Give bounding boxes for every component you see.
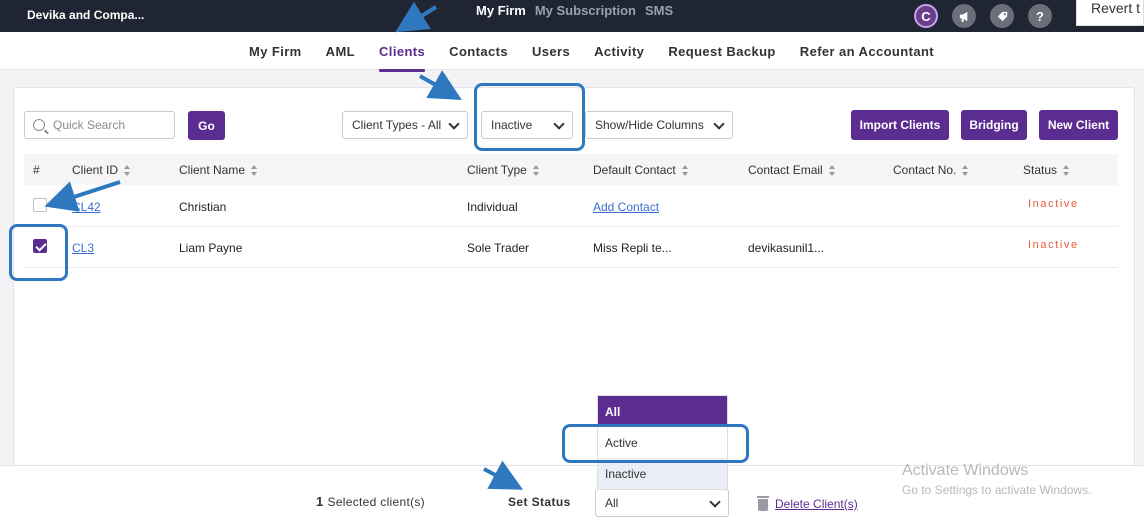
col-default-contact[interactable]: Default Contact bbox=[593, 163, 689, 177]
client-name: Liam Payne bbox=[179, 241, 243, 255]
col-client-name[interactable]: Client Name bbox=[179, 163, 258, 177]
tag-icon[interactable] bbox=[990, 4, 1014, 28]
megaphone-icon[interactable] bbox=[952, 4, 976, 28]
delete-clients-link[interactable]: Delete Client(s) bbox=[775, 497, 858, 511]
sub-nav: My Firm AML Clients Contacts Users Activ… bbox=[0, 32, 1144, 72]
col-index: # bbox=[33, 163, 40, 177]
client-name: Christian bbox=[179, 200, 227, 214]
chevron-down-icon bbox=[448, 118, 460, 130]
col-client-id[interactable]: Client ID bbox=[72, 163, 131, 177]
table-row: CL42 Christian Individual Add Contact In… bbox=[24, 186, 1118, 227]
sort-icon[interactable] bbox=[124, 164, 131, 176]
status-badge: Inactive bbox=[1028, 198, 1079, 210]
sort-icon[interactable] bbox=[532, 164, 540, 176]
tab-refer-accountant[interactable]: Refer an Accountant bbox=[800, 44, 934, 59]
dropdown-option-all[interactable]: All bbox=[598, 396, 727, 427]
tab-aml[interactable]: AML bbox=[326, 44, 355, 59]
sort-icon[interactable] bbox=[828, 164, 836, 176]
top-nav: My Firm My Subscription SMS bbox=[476, 3, 673, 18]
tab-my-firm[interactable]: My Firm bbox=[249, 44, 302, 59]
windows-watermark: Activate Windows Go to Settings to activ… bbox=[902, 462, 1092, 497]
default-contact: Miss Repli te... bbox=[593, 241, 672, 255]
client-id-link[interactable]: CL3 bbox=[72, 241, 94, 255]
client-type: Sole Trader bbox=[467, 241, 530, 255]
tab-activity[interactable]: Activity bbox=[594, 44, 644, 59]
row-checkbox[interactable] bbox=[33, 198, 47, 212]
client-types-select[interactable]: Client Types - All bbox=[342, 111, 468, 139]
import-clients-button[interactable]: Import Clients bbox=[851, 110, 949, 140]
annotation-highlight-checkbox bbox=[9, 224, 68, 281]
annotation-highlight-active-option bbox=[562, 424, 749, 463]
show-hide-columns-label: Show/Hide Columns bbox=[595, 118, 704, 132]
search-icon bbox=[33, 119, 45, 131]
contact-email: devikasunil1... bbox=[748, 241, 825, 255]
top-nav-sms[interactable]: SMS bbox=[645, 3, 673, 18]
top-nav-my-subscription[interactable]: My Subscription bbox=[535, 3, 636, 18]
bridging-button[interactable]: Bridging bbox=[961, 110, 1027, 140]
top-bar: Devika and Compa... My Firm My Subscript… bbox=[0, 0, 1144, 32]
firm-name[interactable]: Devika and Compa... bbox=[27, 8, 144, 22]
tab-users[interactable]: Users bbox=[532, 44, 570, 59]
col-status[interactable]: Status bbox=[1023, 163, 1070, 177]
top-nav-my-firm[interactable]: My Firm bbox=[476, 3, 526, 18]
search-input[interactable] bbox=[53, 118, 173, 132]
col-contact-email[interactable]: Contact Email bbox=[748, 163, 836, 177]
show-hide-columns-select[interactable]: Show/Hide Columns bbox=[585, 111, 733, 139]
col-client-type[interactable]: Client Type bbox=[467, 163, 540, 177]
selected-count: 1 Selected client(s) bbox=[316, 494, 425, 509]
trash-icon[interactable] bbox=[757, 496, 769, 511]
status-badge: Inactive bbox=[1028, 239, 1079, 251]
client-type: Individual bbox=[467, 200, 518, 214]
sort-icon[interactable] bbox=[1063, 164, 1070, 176]
client-id-link[interactable]: CL42 bbox=[72, 200, 101, 214]
go-button[interactable]: Go bbox=[188, 111, 225, 140]
top-icons: C ? bbox=[914, 0, 1052, 32]
sort-icon[interactable] bbox=[962, 164, 969, 176]
client-types-value: Client Types - All bbox=[352, 118, 442, 132]
revert-button[interactable]: Revert t bbox=[1076, 0, 1144, 26]
col-contact-no[interactable]: Contact No. bbox=[893, 163, 969, 177]
add-contact-link[interactable]: Add Contact bbox=[593, 200, 659, 214]
tab-contacts[interactable]: Contacts bbox=[449, 44, 508, 59]
table-header: # Client ID Client Name Client Type Defa… bbox=[24, 154, 1118, 185]
table-row: CL3 Liam Payne Sole Trader Miss Repli te… bbox=[24, 227, 1118, 268]
new-client-button[interactable]: New Client bbox=[1039, 110, 1118, 140]
quick-search[interactable] bbox=[24, 111, 175, 139]
tab-clients[interactable]: Clients bbox=[379, 44, 426, 72]
sort-icon[interactable] bbox=[681, 164, 689, 176]
help-icon[interactable]: ? bbox=[1028, 4, 1052, 28]
brand-icon[interactable]: C bbox=[914, 4, 938, 28]
set-status-select[interactable]: All bbox=[595, 489, 729, 517]
set-status-value: All bbox=[605, 496, 619, 510]
annotation-highlight-status-filter bbox=[474, 83, 585, 151]
chevron-down-icon bbox=[709, 496, 721, 508]
tab-request-backup[interactable]: Request Backup bbox=[668, 44, 775, 59]
sort-icon[interactable] bbox=[251, 164, 258, 176]
chevron-down-icon bbox=[713, 118, 725, 130]
set-status-label: Set Status bbox=[508, 495, 571, 509]
